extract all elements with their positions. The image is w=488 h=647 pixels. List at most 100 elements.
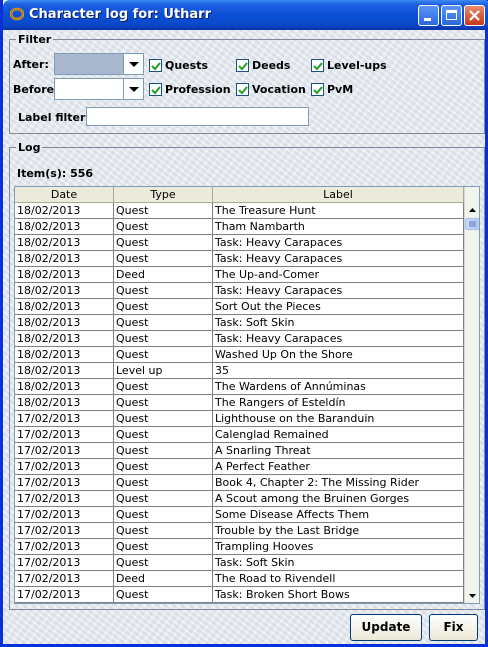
close-button[interactable] [464,5,485,26]
cell-date: 18/02/2013 [15,251,114,267]
log-group-title: Log [16,141,43,154]
cell-type: Quest [114,523,213,539]
cell-label: Trampling Hooves [213,539,464,555]
column-header-date[interactable]: Date [15,187,114,203]
deeds-checkbox-label[interactable]: Deeds [252,59,290,72]
table-row[interactable]: 17/02/2013 Deed The Road to Rivendell [15,571,464,587]
minimize-button[interactable] [418,5,439,26]
after-date-field[interactable] [54,53,124,75]
cell-date: 17/02/2013 [15,587,114,603]
deeds-checkbox[interactable] [236,59,249,72]
chevron-down-icon [129,62,139,67]
table-row[interactable]: 17/02/2013 Quest Trouble by the Last Bridg… [15,523,464,539]
table-row[interactable]: 17/02/2013 Quest A Perfect Feather [15,459,464,475]
scrollbar-thumb[interactable] [465,218,479,230]
cell-label: Sort Out the Pieces [213,299,464,315]
cell-type: Deed [114,571,213,587]
scroll-down-arrow-icon [469,594,476,598]
after-label: After: [13,58,49,71]
table-row[interactable]: 18/02/2013 Quest Task: Soft Skin [15,315,464,331]
table-row[interactable]: 17/02/2013 Quest Task: Broken Short Bows [15,587,464,603]
table-row[interactable]: 18/02/2013 Quest Task: Heavy Carapaces [15,251,464,267]
table-row[interactable]: 18/02/2013 Quest The Wardens of Annúminas [15,379,464,395]
update-button[interactable]: Update [350,614,422,641]
window-title: Character log for: Utharr [29,7,211,22]
cell-date: 17/02/2013 [15,523,114,539]
table-row[interactable]: 17/02/2013 Quest Some Disease Affects Them [15,507,464,523]
quests-checkbox-label[interactable]: Quests [165,59,208,72]
table-header: Date Type Label [15,187,464,203]
cell-label: Lighthouse on the Baranduin [213,411,464,427]
table-row[interactable]: 18/02/2013 Quest The Treasure Hunt [15,203,464,219]
table-row[interactable]: 17/02/2013 Quest Trampling Hooves [15,539,464,555]
cell-label: Task: Broken Short Bows [213,587,464,603]
app-ring-icon [10,7,24,21]
title-bar[interactable]: Character log for: Utharr [3,0,488,30]
pvm-checkbox[interactable] [311,83,324,96]
cell-label: Task: Soft Skin [213,315,464,331]
label-filter-input[interactable] [86,107,309,126]
scroll-up-button[interactable] [465,203,479,218]
cell-label: The Up-and-Comer [213,267,464,283]
maximize-button[interactable] [441,5,462,26]
table-body: 18/02/2013 Quest The Treasure Hunt 18/02/20… [15,203,464,603]
cell-label: Some Disease Affects Them [213,507,464,523]
cell-label: Task: Soft Skin [213,555,464,571]
column-header-label[interactable]: Label [213,187,464,203]
checkmark-icon [238,86,248,95]
cell-type: Quest [114,203,213,219]
cell-label: Washed Up On the Shore [213,347,464,363]
table-row[interactable]: 17/02/2013 Quest Task: Soft Skin [15,555,464,571]
cell-date: 17/02/2013 [15,427,114,443]
table-row[interactable]: 17/02/2013 Quest Book 4, Chapter 2: The Mi… [15,475,464,491]
table-row[interactable]: 17/02/2013 Quest Lighthouse on the Barandu… [15,411,464,427]
pvm-checkbox-label[interactable]: PvM [327,83,353,96]
fix-button[interactable]: Fix [429,614,478,641]
cell-label: Task: Heavy Carapaces [213,331,464,347]
scroll-down-button[interactable] [465,588,479,603]
cell-label: A Scout among the Bruinen Gorges [213,491,464,507]
cell-type: Quest [114,459,213,475]
cell-date: 18/02/2013 [15,331,114,347]
table-row[interactable]: 18/02/2013 Quest Sort Out the Pieces [15,299,464,315]
profession-checkbox-label[interactable]: Profession [165,83,231,96]
table-row[interactable]: 17/02/2013 Quest Calenglad Remained [15,427,464,443]
table-row[interactable]: 18/02/2013 Deed The Up-and-Comer [15,267,464,283]
before-date-field[interactable] [54,78,124,100]
cell-type: Quest [114,395,213,411]
table-row[interactable]: 18/02/2013 Quest Task: Heavy Carapaces [15,235,464,251]
level-ups-checkbox[interactable] [311,59,324,72]
cell-label: Trouble by the Last Bridge [213,523,464,539]
cell-label: The Rangers of Esteldín [213,395,464,411]
cell-type: Quest [114,331,213,347]
table-row[interactable]: 18/02/2013 Quest Washed Up On the Shore [15,347,464,363]
vocation-checkbox[interactable] [236,83,249,96]
cell-date: 17/02/2013 [15,571,114,587]
table-row[interactable]: 18/02/2013 Quest Task: Heavy Carapaces [15,331,464,347]
cell-date: 18/02/2013 [15,235,114,251]
cell-type: Quest [114,315,213,331]
column-header-type[interactable]: Type [114,187,213,203]
checkmark-icon [238,62,248,71]
quests-checkbox[interactable] [149,59,162,72]
maximize-icon [446,10,457,20]
after-date-dropdown-button[interactable] [123,53,144,75]
vertical-scrollbar[interactable] [464,187,479,603]
table-row[interactable]: 18/02/2013 Level up 35 [15,363,464,379]
table-row[interactable]: 18/02/2013 Quest Tham Nambarth [15,219,464,235]
chevron-down-icon [129,87,139,92]
label-filter-label: Label filter: [18,111,90,124]
table-row[interactable]: 18/02/2013 Quest Task: Heavy Carapaces [15,283,464,299]
table-row[interactable]: 18/02/2013 Quest The Rangers of Esteldín [15,395,464,411]
table-row[interactable]: 17/02/2013 Quest A Snarling Threat [15,443,464,459]
cell-label: Task: Heavy Carapaces [213,283,464,299]
before-date-dropdown-button[interactable] [123,78,144,100]
profession-checkbox[interactable] [149,83,162,96]
vocation-checkbox-label[interactable]: Vocation [252,83,306,96]
cell-type: Quest [114,283,213,299]
cell-date: 18/02/2013 [15,267,114,283]
level-ups-checkbox-label[interactable]: Level-ups [327,59,387,72]
cell-type: Quest [114,235,213,251]
item-count: Item(s): 556 [17,167,94,180]
table-row[interactable]: 17/02/2013 Quest A Scout among the Bruinen… [15,491,464,507]
